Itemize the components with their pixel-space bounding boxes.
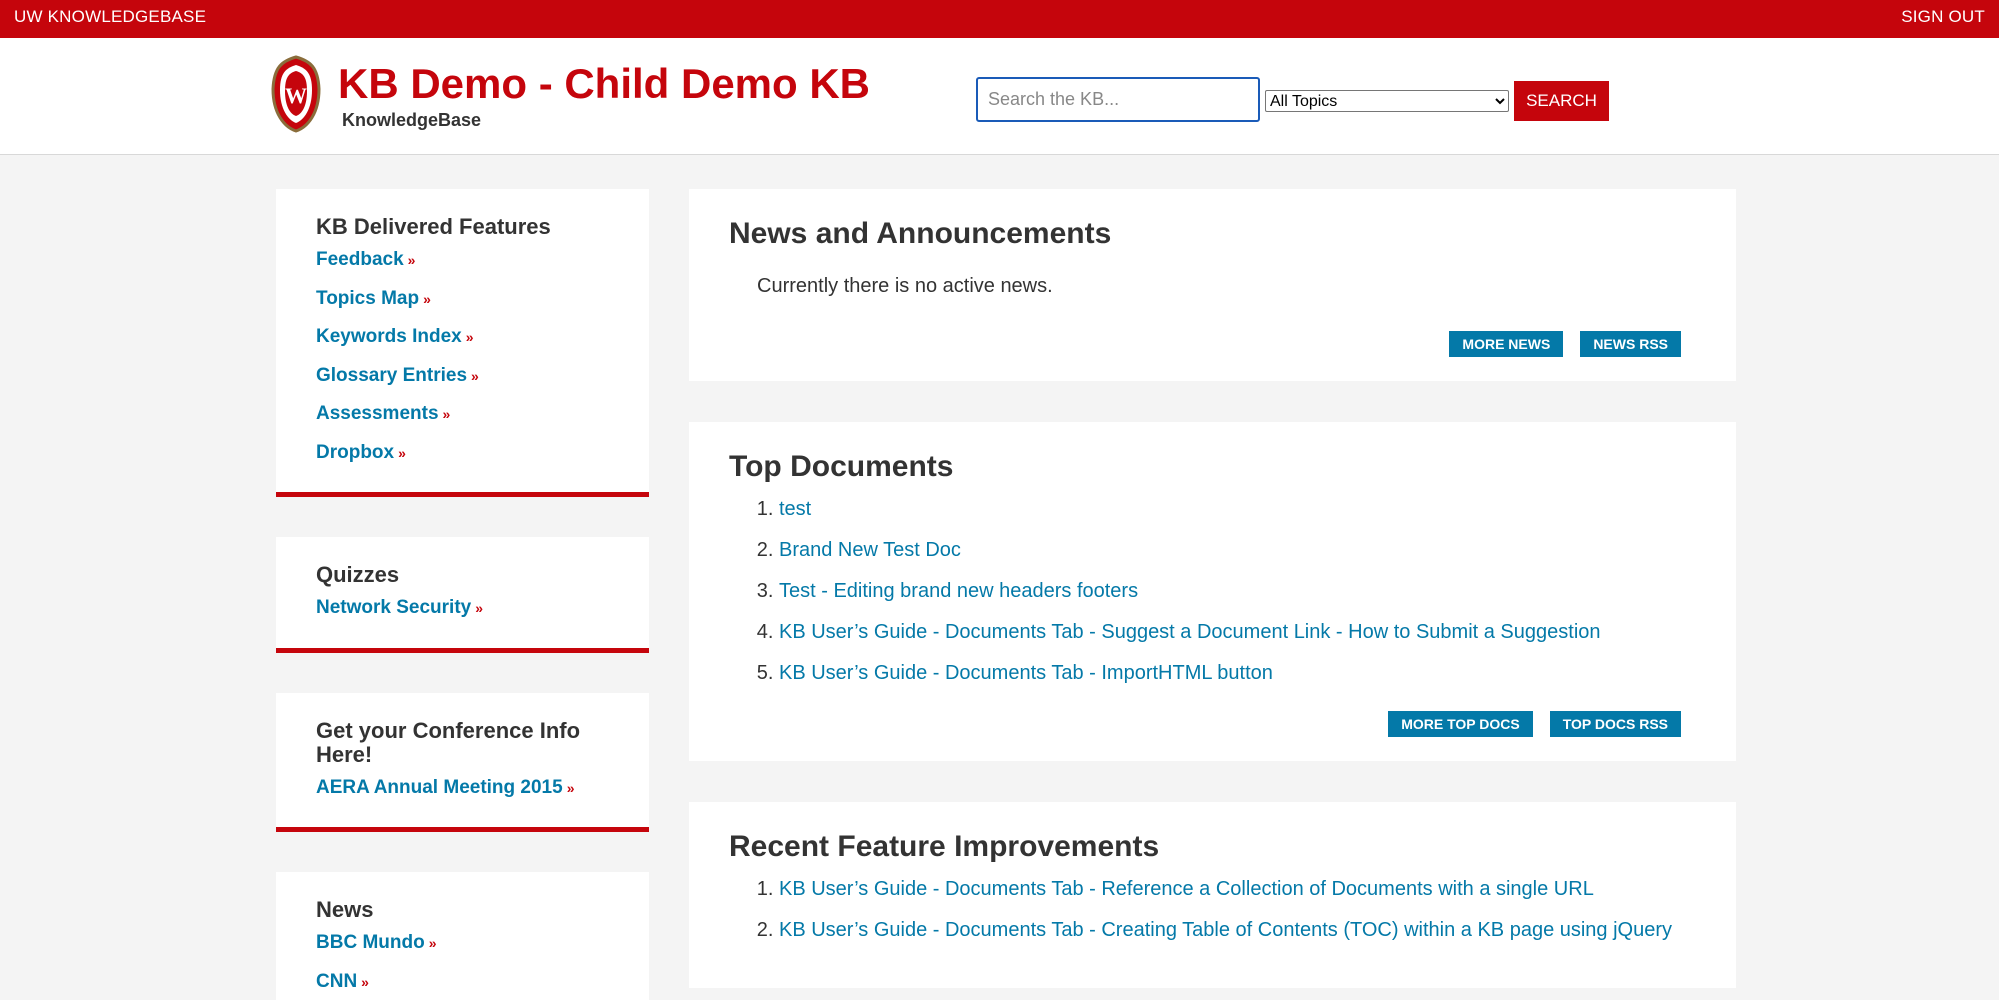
list-item: test xyxy=(779,498,1696,539)
more-news-button[interactable]: MORE NEWS xyxy=(1449,331,1564,357)
search-button[interactable]: SEARCH xyxy=(1514,81,1609,121)
uw-crest-icon[interactable]: W xyxy=(270,55,322,133)
network-security-link[interactable]: Network Security» xyxy=(316,597,483,618)
topics-map-link[interactable]: Topics Map» xyxy=(316,288,431,309)
site-subtitle: KnowledgeBase xyxy=(342,110,482,130)
list-item: Feedback» xyxy=(316,249,609,288)
quizzes-heading: Quizzes xyxy=(316,562,400,587)
more-top-docs-button[interactable]: MORE TOP DOCS xyxy=(1388,711,1533,737)
list-item: Keywords Index» xyxy=(316,326,609,365)
site-header: W KB Demo - Child Demo KB KnowledgeBase … xyxy=(0,38,1999,155)
sidebar-card-conference: Get your Conference Info Here! AERA Annu… xyxy=(276,693,649,832)
news-announcements-card: News and Announcements Currently there i… xyxy=(689,189,1736,381)
search-input[interactable] xyxy=(976,77,1260,122)
list-item: Network Security» xyxy=(316,597,609,636)
crest-letter: W xyxy=(285,83,307,108)
double-chevron-right-icon: » xyxy=(407,252,416,268)
top-doc-link[interactable]: Test - Editing brand new headers footers xyxy=(779,580,1138,602)
recent-doc-link[interactable]: KB User’s Guide - Documents Tab - Creati… xyxy=(779,919,1672,941)
sidebar-card-features: KB Delivered Features Feedback» Topics M… xyxy=(276,189,649,497)
recent-improvements-list: KB User’s Guide - Documents Tab - Refere… xyxy=(729,878,1696,960)
double-chevron-right-icon: » xyxy=(442,406,451,422)
features-list: Feedback» Topics Map» Keywords Index» Gl… xyxy=(316,249,609,480)
top-documents-heading: Top Documents xyxy=(729,450,954,483)
dropbox-link[interactable]: Dropbox» xyxy=(316,442,406,463)
cnn-link[interactable]: CNN» xyxy=(316,971,369,992)
top-docs-button-row: MORE TOP DOCS TOP DOCS RSS xyxy=(1388,711,1681,737)
news-heading: News xyxy=(316,897,374,922)
double-chevron-right-icon: » xyxy=(566,780,575,796)
list-item: Topics Map» xyxy=(316,288,609,327)
recent-improvements-card: Recent Feature Improvements KB User’s Gu… xyxy=(689,802,1736,988)
top-doc-link[interactable]: KB User’s Guide - Documents Tab - Import… xyxy=(779,662,1273,684)
top-docs-rss-button[interactable]: TOP DOCS RSS xyxy=(1549,711,1681,737)
top-documents-list: test Brand New Test Doc Test - Editing b… xyxy=(729,498,1696,703)
list-item: KB User’s Guide - Documents Tab - Refere… xyxy=(779,878,1696,919)
double-chevron-right-icon: » xyxy=(428,935,437,951)
sidebar-card-news: News BBC Mundo» CNN» xyxy=(276,872,649,1000)
list-item: BBC Mundo» xyxy=(316,932,609,971)
list-item: KB User’s Guide - Documents Tab - Sugges… xyxy=(779,621,1696,662)
news-list: BBC Mundo» CNN» xyxy=(316,932,609,1000)
top-doc-link[interactable]: KB User’s Guide - Documents Tab - Sugges… xyxy=(779,621,1601,643)
recent-doc-link[interactable]: KB User’s Guide - Documents Tab - Refere… xyxy=(779,878,1594,900)
list-item: Test - Editing brand new headers footers xyxy=(779,580,1696,621)
feedback-link[interactable]: Feedback» xyxy=(316,249,415,270)
top-bar: UW KNOWLEDGEBASE SIGN OUT xyxy=(0,0,1999,38)
conference-list: AERA Annual Meeting 2015» xyxy=(316,777,609,816)
news-button-row: MORE NEWS NEWS RSS xyxy=(1449,331,1681,357)
list-item: Brand New Test Doc xyxy=(779,539,1696,580)
keywords-index-link[interactable]: Keywords Index» xyxy=(316,326,474,347)
recent-improvements-heading: Recent Feature Improvements xyxy=(729,830,1160,863)
news-rss-button[interactable]: NEWS RSS xyxy=(1580,331,1681,357)
no-news-text: Currently there is no active news. xyxy=(757,275,1053,297)
list-item: Assessments» xyxy=(316,403,609,442)
double-chevron-right-icon: » xyxy=(398,444,406,461)
double-chevron-right-icon: » xyxy=(475,600,484,616)
site-title[interactable]: KB Demo - Child Demo KB xyxy=(338,60,870,108)
conference-heading: Get your Conference Info Here! xyxy=(316,718,581,767)
topic-select[interactable]: All Topics xyxy=(1265,90,1509,112)
top-documents-card: Top Documents test Brand New Test Doc Te… xyxy=(689,422,1736,761)
list-item: Dropbox» xyxy=(316,442,609,481)
sidebar-card-quizzes: Quizzes Network Security» xyxy=(276,537,649,653)
list-item: KB User’s Guide - Documents Tab - Import… xyxy=(779,662,1696,703)
glossary-entries-link[interactable]: Glossary Entries» xyxy=(316,365,479,386)
list-item: KB User’s Guide - Documents Tab - Creati… xyxy=(779,919,1696,960)
list-item: Glossary Entries» xyxy=(316,365,609,404)
top-doc-link[interactable]: Brand New Test Doc xyxy=(779,539,961,561)
features-heading: KB Delivered Features xyxy=(316,214,551,239)
double-chevron-right-icon: » xyxy=(423,290,431,307)
sign-out-link[interactable]: SIGN OUT xyxy=(1901,7,1985,27)
double-chevron-right-icon: » xyxy=(361,973,369,990)
aera-meeting-link[interactable]: AERA Annual Meeting 2015» xyxy=(316,777,575,798)
double-chevron-right-icon: » xyxy=(465,329,474,345)
quizzes-list: Network Security» xyxy=(316,597,609,636)
bbc-mundo-link[interactable]: BBC Mundo» xyxy=(316,932,437,953)
assessments-link[interactable]: Assessments» xyxy=(316,403,450,424)
uw-knowledgebase-link[interactable]: UW KNOWLEDGEBASE xyxy=(14,7,206,27)
list-item: CNN» xyxy=(316,971,609,1000)
double-chevron-right-icon: » xyxy=(471,367,479,384)
news-announcements-heading: News and Announcements xyxy=(729,217,1112,250)
top-doc-link[interactable]: test xyxy=(779,498,811,520)
list-item: AERA Annual Meeting 2015» xyxy=(316,777,609,816)
